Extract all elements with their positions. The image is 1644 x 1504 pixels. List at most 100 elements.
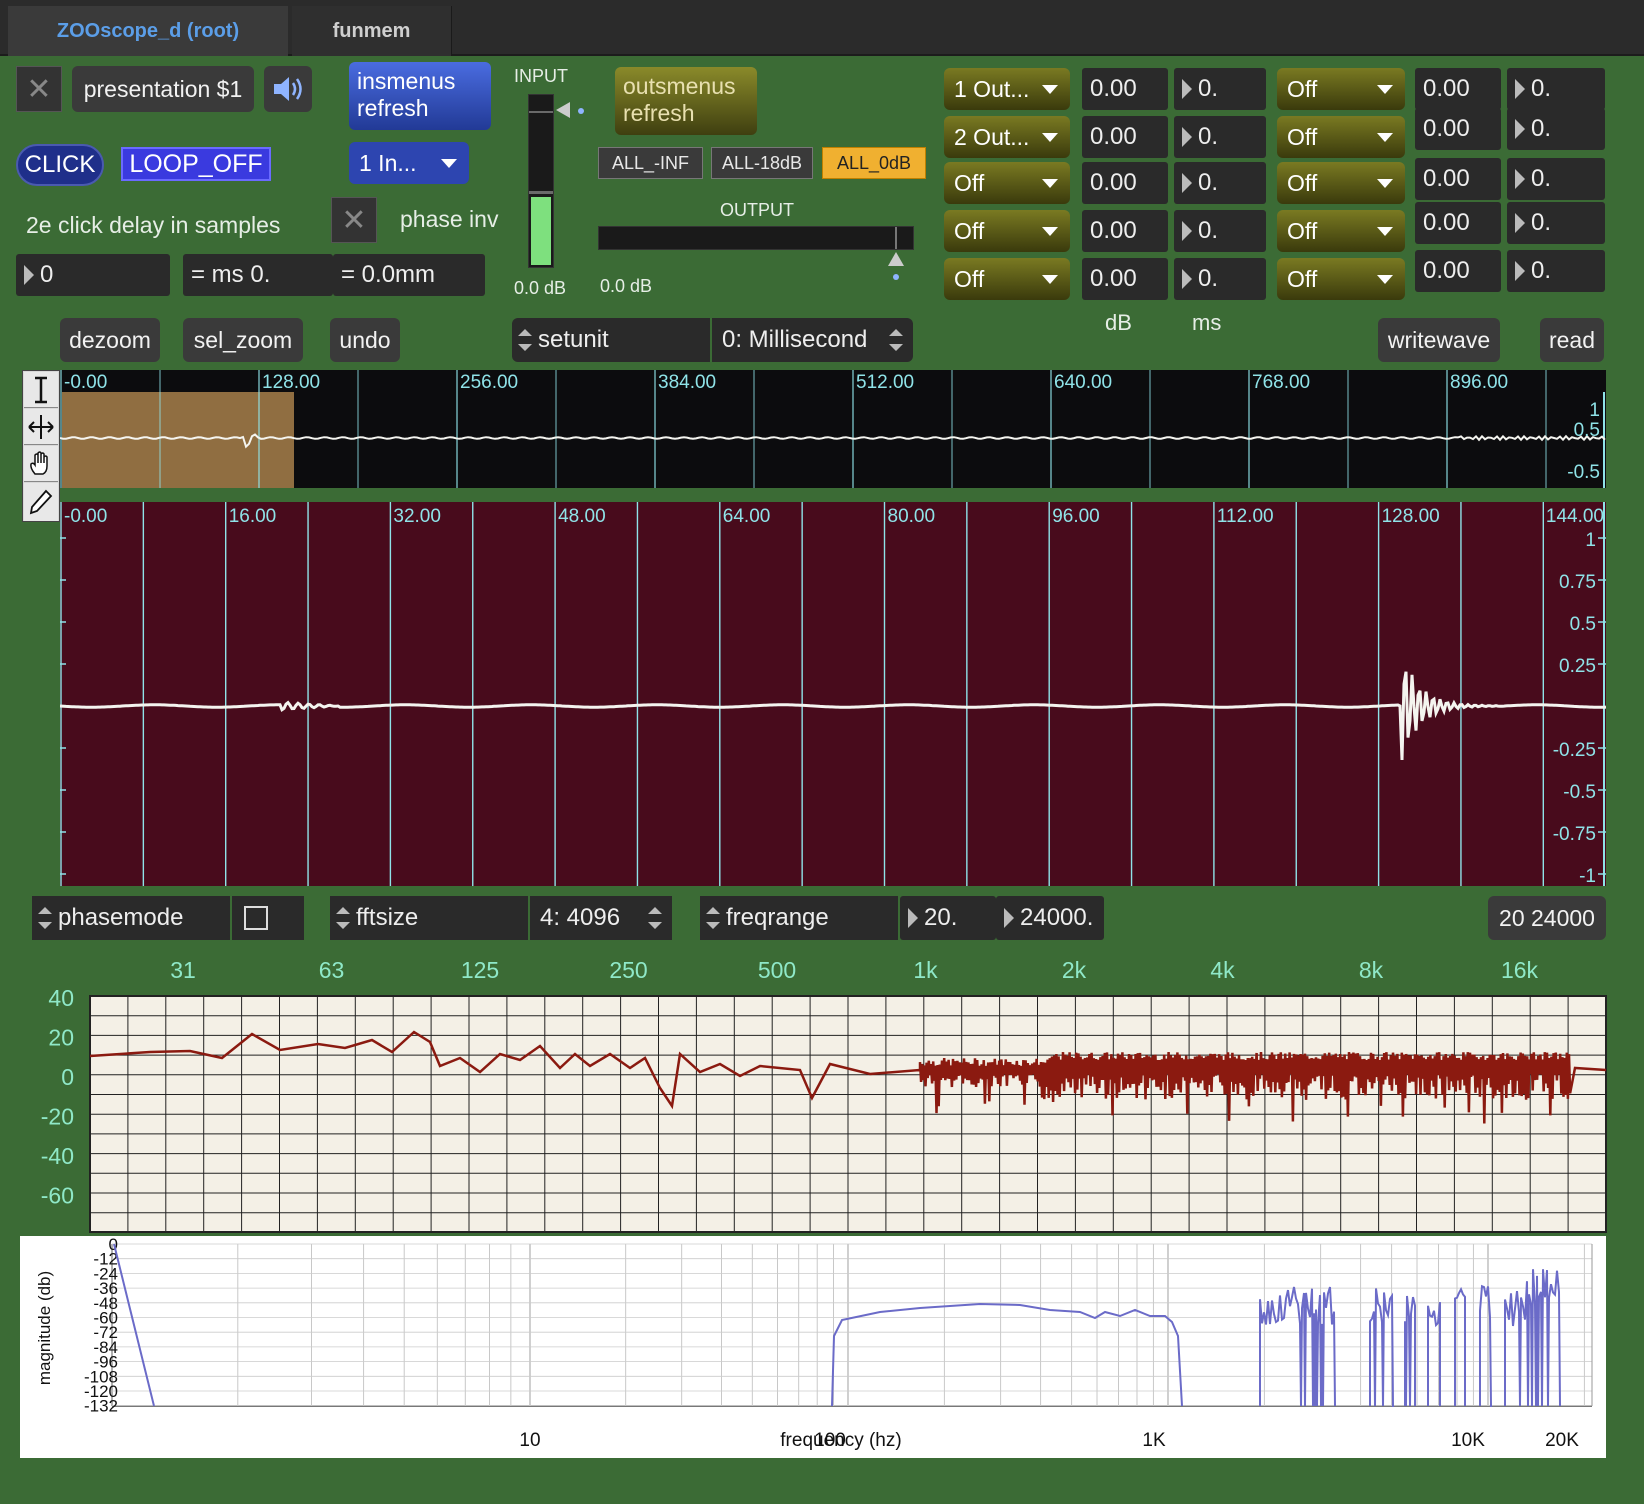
spin-arrows-icon <box>889 329 903 351</box>
loop-toggle[interactable]: LOOP_OFF <box>121 147 271 181</box>
output-menu-left[interactable]: 1 Out... <box>944 68 1070 110</box>
dezoom-button[interactable]: dezoom <box>60 318 160 362</box>
input-channel-value: 1 In... <box>359 149 417 176</box>
delay-ms-input[interactable]: 0. <box>1507 68 1605 110</box>
fftsize-selector[interactable]: fftsize <box>330 896 528 940</box>
delay-ms-input[interactable]: 0. <box>1507 202 1605 244</box>
overview-waveform[interactable]: -0.00 128.00 256.00 384.00 512.00 640.00 768.0… <box>60 370 1606 488</box>
gain-db-input[interactable]: 0.00 <box>1415 158 1501 200</box>
output-menu-left[interactable]: Off <box>944 258 1070 300</box>
triangle-right-icon <box>1182 221 1192 241</box>
freq-max-input[interactable]: 24000. <box>996 896 1104 940</box>
gain-db-input[interactable]: 0.00 <box>1082 210 1168 252</box>
freq-min-input[interactable]: 20. <box>900 896 996 940</box>
spectrum-plot[interactable]: 31 63 125 250 500 1k 2k 4k 8k 16k 40 20 0 -20 -40 -60 <box>0 948 1644 1234</box>
delay-ms-input[interactable]: 0. <box>1507 108 1605 150</box>
zoomed-tick-label: 64.00 <box>723 506 771 527</box>
zoomed-tick-label: 16.00 <box>229 506 277 527</box>
magnitude-x-label: 1K <box>1142 1430 1166 1451</box>
all-0db-button[interactable]: ALL_0dB <box>822 147 926 179</box>
zoomed-amplitude-label: -0.5 <box>1563 782 1596 803</box>
zoomed-waveform[interactable]: -0.00 16.00 32.00 48.00 64.00 80.00 96.00 112.0… <box>60 502 1606 886</box>
zoomed-tick-label: 80.00 <box>888 506 936 527</box>
fftsize-value-selector[interactable]: 4: 4096 <box>530 896 672 940</box>
delay-ms-input[interactable]: 0. <box>1174 210 1266 252</box>
outsmenus-refresh-button[interactable]: outsmenus refresh <box>615 67 757 135</box>
tab-funmem[interactable]: funmem <box>292 6 452 56</box>
spectrum-freq-label: 125 <box>461 957 499 983</box>
freqrange-selector[interactable]: freqrange <box>700 896 898 940</box>
output-menu-left[interactable]: Off <box>944 210 1070 252</box>
close-toggle[interactable]: ✕ <box>16 66 62 112</box>
phasemode-toggle[interactable] <box>232 896 304 940</box>
all-inf-button[interactable]: ALL_-INF <box>598 147 703 179</box>
freq-max-value: 24000. <box>1020 904 1094 931</box>
output-menu-right[interactable]: Off <box>1277 116 1405 158</box>
overview-tick-label: 512.00 <box>856 372 914 393</box>
gain-db-input[interactable]: 0.00 <box>1082 116 1168 158</box>
delay-ms-input[interactable]: 0. <box>1174 258 1266 300</box>
tab-root[interactable]: ZOOscope_d (root) <box>8 6 288 56</box>
output-menu-right[interactable]: Off <box>1277 68 1405 110</box>
read-button[interactable]: read <box>1540 318 1604 362</box>
gain-db-input[interactable]: 0.00 <box>1415 250 1501 292</box>
x-icon: ✕ <box>341 203 367 237</box>
output-gain-slider-handle[interactable] <box>888 252 904 266</box>
insmenus-refresh-button[interactable]: insmenus refresh <box>349 62 491 130</box>
magnitude-plot[interactable]: 0-12-24-36-48-60-72-84-96-108-120-13210 1… <box>20 1236 1606 1458</box>
pencil-tool[interactable] <box>24 483 58 521</box>
writewave-button[interactable]: writewave <box>1378 318 1500 362</box>
output-menu-left[interactable]: Off <box>944 162 1070 204</box>
input-gain-slider-handle[interactable] <box>556 102 570 118</box>
chevron-down-icon <box>1377 227 1393 236</box>
output-menu-left[interactable]: 2 Out... <box>944 116 1070 158</box>
gain-db-input[interactable]: 0.00 <box>1415 108 1501 150</box>
move-tool[interactable] <box>24 409 58 445</box>
triangle-right-icon <box>1182 269 1192 289</box>
gain-db-input[interactable]: 0.00 <box>1415 202 1501 244</box>
gain-db-input[interactable]: 0.00 <box>1082 68 1168 110</box>
delay-ms-input[interactable]: 0. <box>1507 250 1605 292</box>
delay-ms-value: 0. <box>1531 257 1552 284</box>
hand-tool[interactable] <box>24 446 58 482</box>
phasemode-selector[interactable]: phasemode <box>32 896 230 940</box>
chevron-down-icon <box>1377 133 1393 142</box>
select-tool[interactable] <box>24 372 58 408</box>
speaker-button[interactable] <box>264 66 312 112</box>
delay-ms-input[interactable]: 0. <box>1174 162 1266 204</box>
triangle-right-icon <box>1515 169 1525 189</box>
magnitude-x-axis-title: frequency (hz) <box>780 1430 901 1451</box>
delay-ms-input[interactable]: 0. <box>1174 68 1266 110</box>
delay-ms-input[interactable]: 0. <box>1507 158 1605 200</box>
sel-zoom-button[interactable]: sel_zoom <box>183 318 303 362</box>
gain-db-input[interactable]: 0.00 <box>1415 68 1501 110</box>
input-channel-menu[interactable]: 1 In... <box>349 142 469 184</box>
output-menu-right[interactable]: Off <box>1277 258 1405 300</box>
delay-samples-input[interactable]: 0 <box>16 254 170 296</box>
gain-db-input[interactable]: 0.00 <box>1082 258 1168 300</box>
output-menu-right[interactable]: Off <box>1277 162 1405 204</box>
output-slider-dot <box>893 274 899 280</box>
output-menu-value: 2 Out... <box>954 123 1030 150</box>
checkbox[interactable] <box>244 906 268 930</box>
unit-value-selector[interactable]: 0: Millisecond <box>712 318 913 362</box>
gain-db-input[interactable]: 0.00 <box>1082 162 1168 204</box>
spectrum-freq-label: 8k <box>1359 957 1384 983</box>
phase-inv-toggle[interactable]: ✕ <box>331 197 377 243</box>
output-menu-value: 1 Out... <box>954 75 1030 102</box>
chevron-down-icon <box>1377 275 1393 284</box>
presentation-button[interactable]: presentation $1 <box>72 66 254 112</box>
click-button[interactable]: CLICK <box>16 144 104 186</box>
input-meter-fill <box>531 197 551 265</box>
output-menu-right[interactable]: Off <box>1277 210 1405 252</box>
all-18db-button[interactable]: ALL-18dB <box>711 147 813 179</box>
mm-display: = 0.0mm <box>333 254 485 296</box>
undo-button[interactable]: undo <box>330 318 400 362</box>
delay-ms-value: 0. <box>1531 165 1552 192</box>
output-menu-value: Off <box>1287 217 1318 244</box>
setunit-selector[interactable]: setunit <box>512 318 710 362</box>
delay-ms-input[interactable]: 0. <box>1174 116 1266 158</box>
output-menu-value: Off <box>1287 169 1318 196</box>
zoomed-amplitude-label: 0.25 <box>1559 656 1596 677</box>
refresh-label: refresh <box>357 95 429 121</box>
